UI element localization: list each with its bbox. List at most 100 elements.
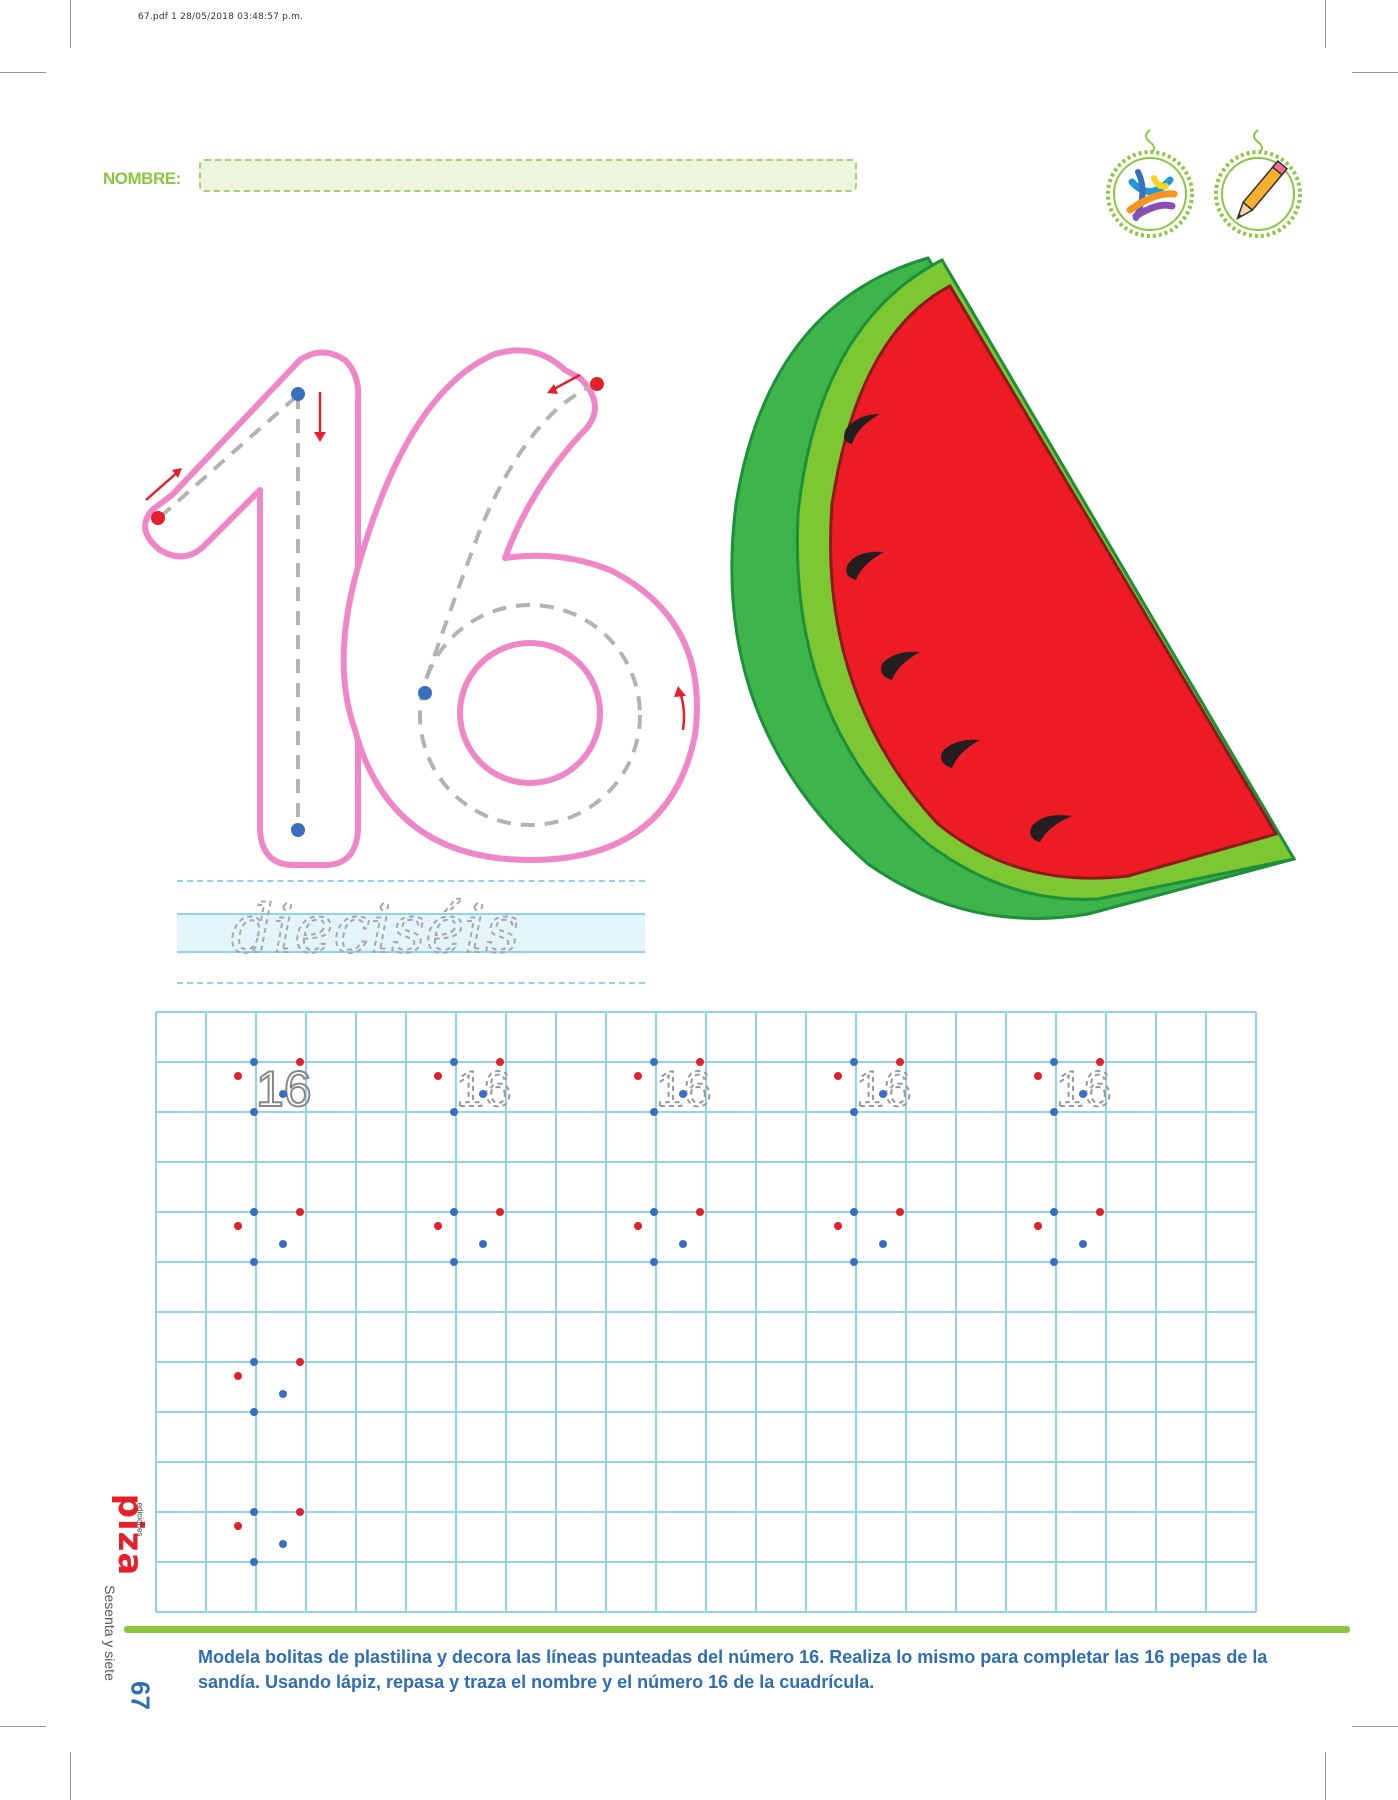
blue-end-dot [1050,1108,1058,1116]
plasticine-badge [1100,122,1200,247]
trace-word: dieciséis [230,890,520,969]
red-start-dot [234,1222,242,1230]
blue-end-dot [650,1258,658,1266]
watermelon-illustration [730,256,1297,920]
crop-mark [1325,1752,1326,1800]
start-dot [418,686,432,700]
page-number: 67 [125,1681,156,1710]
brand-subtitle: ediciones [135,1502,145,1537]
grid-content: 16 16 16 16 16 [255,1060,1113,1118]
red-start-dot [434,1222,442,1230]
model-16: 16 [255,1060,313,1118]
blue-start-dot [679,1090,687,1098]
crop-mark [70,1752,71,1800]
red-start-dot [1034,1072,1042,1080]
instructions: Modela bolitas de plastilina y decora la… [198,1647,1268,1692]
end-dot [291,823,305,837]
trace-word-text: dieciséis [231,891,519,968]
model-16-label: 16 [256,1061,312,1117]
start-dot [151,511,165,525]
blue-start-dot [479,1240,487,1248]
blue-end-dot [250,1558,258,1566]
blue-start-dot [279,1090,287,1098]
blue-start-dot [479,1090,487,1098]
green-rule [124,1626,1350,1633]
red-start-dot [434,1072,442,1080]
traced-16-label: 16 [656,1061,712,1117]
page-number-words: Sesenta y siete [102,1585,118,1681]
blue-start-dot [250,1358,258,1366]
red-start-dot [234,1072,242,1080]
blue-start-dot [279,1240,287,1248]
blue-end-dot [250,1258,258,1266]
blue-start-dot [250,1508,258,1516]
red-start-dot [1096,1058,1104,1066]
blue-start-dot [1079,1240,1087,1248]
traced-16: 16 [1055,1060,1113,1118]
name-field[interactable] [199,159,857,192]
red-start-dot [634,1072,642,1080]
red-start-dot [896,1058,904,1066]
blue-end-dot [450,1258,458,1266]
red-start-dot [296,1358,304,1366]
traced-16: 16 [655,1060,713,1118]
red-start-dot [834,1222,842,1230]
pencil-badge [1208,122,1308,247]
red-start-dot [496,1058,504,1066]
blue-start-dot [879,1240,887,1248]
blue-end-dot [450,1108,458,1116]
traced-16-label: 16 [856,1061,912,1117]
blue-start-dot [650,1058,658,1066]
red-start-dot [234,1372,242,1380]
blue-start-dot [879,1090,887,1098]
blue-start-dot [279,1540,287,1548]
red-start-dot [896,1208,904,1216]
blue-end-dot [850,1108,858,1116]
crop-mark [1352,1726,1398,1727]
red-start-dot [696,1208,704,1216]
plasticine-icon [1106,129,1194,238]
red-start-dot [1034,1222,1042,1230]
crop-mark [0,1726,46,1727]
digit-one-outline [142,349,362,868]
blue-end-dot [250,1108,258,1116]
blue-start-dot [450,1208,458,1216]
blue-end-dot [250,1408,258,1416]
blue-end-dot [1050,1258,1058,1266]
crop-mark [70,0,71,48]
word-trace-box: dieciséis [177,880,645,984]
red-start-dot [696,1058,704,1066]
blue-start-dot [679,1240,687,1248]
start-dot [590,377,604,391]
file-header: 67.pdf 1 28/05/2018 03:48:57 p.m. [138,12,304,22]
blue-start-dot [250,1208,258,1216]
number-16-tracing [142,347,700,868]
blue-start-dot [279,1390,287,1398]
blue-start-dot [250,1058,258,1066]
practice-grid: 16 16 16 16 16 [155,1011,1257,1613]
start-dot [291,387,305,401]
blue-start-dot [450,1058,458,1066]
traced-16: 16 [455,1060,513,1118]
traced-16-label: 16 [456,1061,512,1117]
blue-start-dot [650,1208,658,1216]
crop-mark [1325,0,1326,48]
red-start-dot [1096,1208,1104,1216]
blue-end-dot [850,1258,858,1266]
pencil-icon [1214,129,1302,238]
red-start-dot [296,1508,304,1516]
blue-end-dot [650,1108,658,1116]
crop-mark [0,72,46,73]
blue-start-dot [1079,1090,1087,1098]
red-start-dot [234,1522,242,1530]
name-label: NOMBRE: [103,169,181,188]
blue-start-dot [850,1058,858,1066]
red-start-dot [296,1208,304,1216]
red-start-dot [634,1222,642,1230]
red-start-dot [834,1072,842,1080]
traced-16: 16 [855,1060,913,1118]
blue-start-dot [1050,1058,1058,1066]
red-start-dot [496,1208,504,1216]
blue-start-dot [850,1208,858,1216]
crop-mark [1352,72,1398,73]
